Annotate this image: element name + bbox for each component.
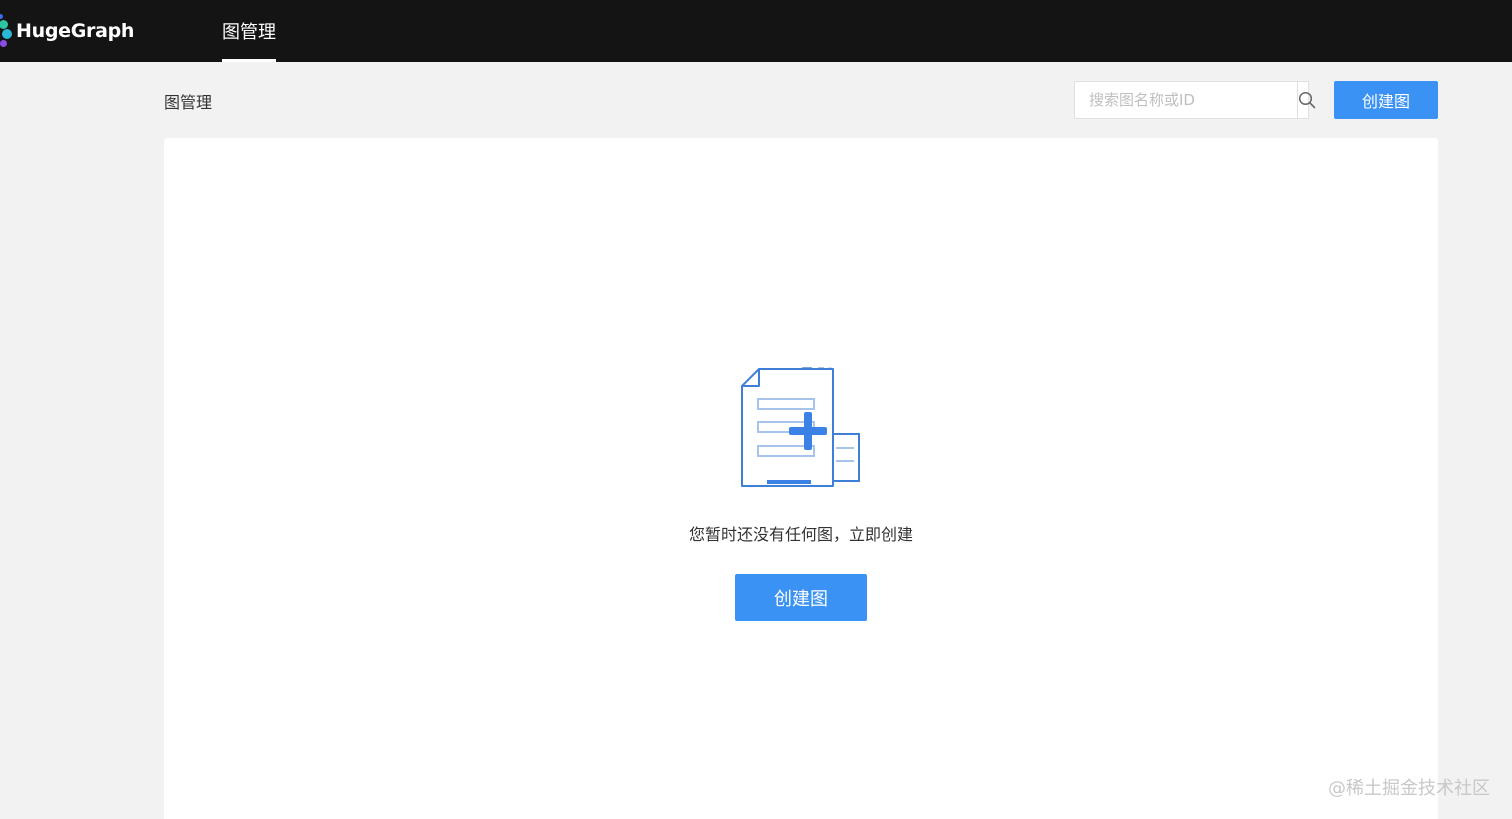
search-button[interactable] xyxy=(1297,82,1316,118)
tab-label: 图管理 xyxy=(222,22,276,43)
brand-logo[interactable]: HugeGraph xyxy=(0,0,134,62)
empty-state-message: 您暂时还没有任何图，立即创建 xyxy=(688,525,913,544)
empty-document-add-icon xyxy=(741,367,860,487)
create-graph-cta-button[interactable]: 创建图 xyxy=(735,574,867,621)
hugegraph-logo-icon xyxy=(0,11,12,51)
search-icon xyxy=(1298,91,1316,109)
tab-graph-management[interactable]: 图管理 xyxy=(222,0,276,62)
top-navigation-bar: HugeGraph 图管理 xyxy=(0,0,1512,62)
active-tab-indicator xyxy=(222,59,276,62)
search-box xyxy=(1074,81,1316,119)
brand-name: HugeGraph xyxy=(16,20,135,42)
create-graph-button[interactable]: 创建图 xyxy=(1334,81,1438,119)
page-title: 图管理 xyxy=(164,93,213,112)
watermark: @稀土掘金技术社区 xyxy=(1328,778,1490,799)
graph-list-panel: 您暂时还没有任何图，立即创建 创建图 xyxy=(164,138,1438,819)
search-input[interactable] xyxy=(1075,82,1297,118)
